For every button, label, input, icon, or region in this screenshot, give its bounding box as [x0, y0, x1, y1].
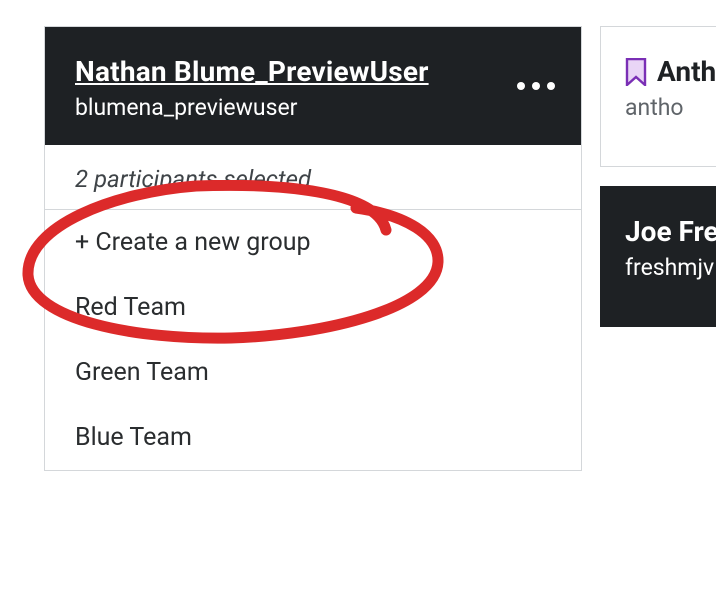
group-dropdown: 2 participants selected + Create a new g…	[45, 145, 581, 470]
ellipsis-icon	[517, 82, 525, 90]
user-card-name: Joe Fre	[625, 215, 716, 248]
group-option[interactable]: Blue Team	[45, 405, 581, 470]
primary-user-card: Nathan Blume_PreviewUser blumena_preview…	[44, 26, 582, 471]
user-card-handle: antho	[625, 94, 716, 121]
primary-user-handle: blumena_previewuser	[75, 94, 551, 121]
more-options-button[interactable]	[517, 82, 555, 90]
primary-user-card-header: Nathan Blume_PreviewUser blumena_preview…	[45, 27, 581, 145]
ellipsis-icon	[547, 82, 555, 90]
create-group-option[interactable]: + Create a new group	[45, 210, 581, 275]
user-card[interactable]: Anth antho	[600, 26, 716, 167]
group-option[interactable]: Green Team	[45, 340, 581, 405]
user-card-name: Anth	[657, 55, 716, 88]
primary-user-name[interactable]: Nathan Blume_PreviewUser	[75, 55, 551, 88]
bookmark-icon	[625, 58, 647, 86]
user-card-selected[interactable]: Joe Fre freshmjv	[600, 186, 716, 327]
ellipsis-icon	[532, 82, 540, 90]
selection-status: 2 participants selected	[45, 145, 581, 210]
group-option[interactable]: Red Team	[45, 275, 581, 340]
user-card-handle: freshmjv	[625, 254, 716, 281]
